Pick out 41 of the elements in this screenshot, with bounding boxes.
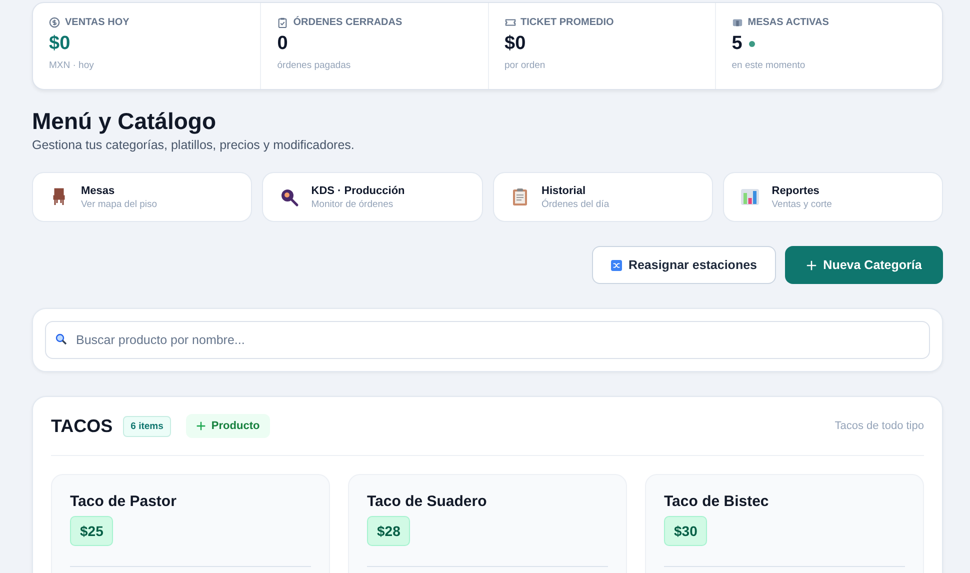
- shortcut-card[interactable]: Mesas Ver mapa del piso: [32, 172, 252, 222]
- stat-value: 5: [732, 33, 742, 55]
- clipboard-check-icon: [277, 17, 288, 28]
- bar-chart-icon: [740, 187, 760, 207]
- price-badge: $28: [367, 516, 410, 546]
- stat-label: TICKET PROMEDIO: [520, 17, 614, 28]
- product-name: Taco de Pastor: [70, 493, 176, 510]
- stat-caption: órdenes pagadas: [277, 60, 351, 71]
- item-count-badge: 6 items: [122, 416, 172, 436]
- stat-value: $0: [504, 33, 526, 55]
- new-category-button[interactable]: Nueva Categoría: [785, 246, 943, 284]
- stat-caption: MXN · hoy: [49, 60, 94, 71]
- stat-label: MESAS ACTIVAS: [748, 17, 829, 28]
- stat-caption: en este momento: [732, 60, 806, 71]
- search-field[interactable]: Buscar producto por nombre...: [45, 321, 930, 359]
- shortcut-card[interactable]: Reportes Ventas y corte: [722, 172, 943, 222]
- add-product-button[interactable]: Producto: [186, 414, 270, 438]
- shuffle-icon: [611, 260, 622, 270]
- stat-label: VENTAS HOY: [65, 17, 130, 28]
- category-description: Tacos de todo tipo: [834, 420, 924, 432]
- price-badge: $25: [70, 516, 114, 546]
- ticket-icon: [504, 17, 516, 28]
- page-subtitle: Gestiona tus categorías, platillos, precios y modificadores.: [32, 138, 356, 152]
- stat-value: $0: [49, 33, 70, 55]
- product-name: Taco de Suadero: [367, 493, 487, 510]
- magnifier-icon: [279, 187, 300, 207]
- stat-label: ÓRDENES CERRADAS: [293, 17, 402, 28]
- plus-icon: [196, 421, 206, 431]
- product-name: Taco de Bistec: [664, 493, 769, 510]
- reassign-stations-button[interactable]: Reasignar estaciones: [592, 246, 776, 284]
- category-title: TACOS: [51, 416, 113, 436]
- page-title: Menú y Catálogo: [32, 108, 218, 135]
- shortcut-card[interactable]: KDS · Producción Monitor de órdenes: [262, 172, 482, 222]
- plus-icon: [806, 260, 818, 270]
- table-icon: [732, 17, 743, 28]
- coin-icon: [49, 17, 60, 28]
- shortcut-card[interactable]: Historial Órdenes del día: [492, 172, 713, 222]
- stat-caption: por orden: [504, 60, 546, 71]
- stat-value: 0: [277, 33, 288, 55]
- search-icon: [55, 333, 67, 345]
- price-badge: $30: [664, 516, 708, 546]
